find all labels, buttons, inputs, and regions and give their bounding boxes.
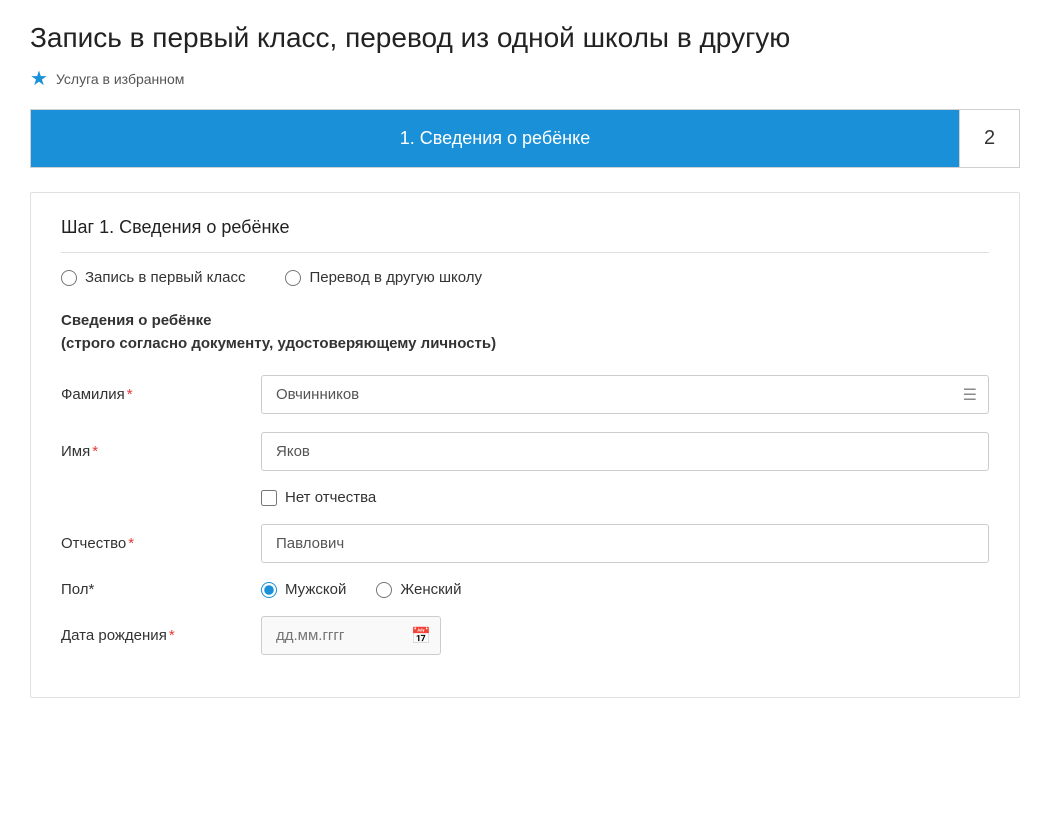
page-title: Запись в первый класс, перевод из одной …: [30, 20, 1020, 56]
form-card: Шаг 1. Сведения о ребёнке Запись в первы…: [30, 192, 1020, 698]
gender-male-option[interactable]: Мужской: [261, 581, 346, 598]
star-icon: ★: [30, 66, 48, 91]
radio-transfer-input[interactable]: [285, 270, 301, 286]
no-patronymic-label[interactable]: Нет отчества: [285, 489, 376, 506]
gender-label: Пол*: [61, 581, 261, 598]
gender-female-label[interactable]: Женский: [400, 581, 461, 598]
application-type-row: Запись в первый класс Перевод в другую ш…: [61, 269, 989, 286]
step1-tab[interactable]: 1. Сведения о ребёнке: [31, 110, 959, 167]
step-header: 1. Сведения о ребёнке 2: [30, 109, 1020, 168]
firstname-input-wrap: [261, 432, 989, 471]
form-card-title: Шаг 1. Сведения о ребёнке: [61, 217, 989, 253]
favorite-toggle[interactable]: ★ Услуга в избранном: [30, 66, 1020, 91]
step2-tab[interactable]: 2: [959, 110, 1019, 167]
firstname-label: Имя*: [61, 443, 261, 460]
birthdate-input[interactable]: [261, 616, 441, 655]
radio-first-grade-label[interactable]: Запись в первый класс: [85, 269, 245, 286]
gender-male-label[interactable]: Мужской: [285, 581, 346, 598]
gender-female-option[interactable]: Женский: [376, 581, 461, 598]
firstname-required: *: [92, 443, 98, 460]
no-patronymic-checkbox[interactable]: [261, 490, 277, 506]
gender-female-radio[interactable]: [376, 582, 392, 598]
step2-number: 2: [984, 127, 995, 150]
patronymic-label: Отчество*: [61, 535, 261, 552]
patronymic-input[interactable]: [261, 524, 989, 563]
radio-first-grade[interactable]: Запись в первый класс: [61, 269, 245, 286]
patronymic-input-wrap: [261, 524, 989, 563]
lastname-required: *: [127, 386, 133, 403]
gender-options: Мужской Женский: [261, 581, 461, 598]
birthdate-input-wrap: 📅: [261, 616, 441, 655]
firstname-field-row: Имя*: [61, 432, 989, 471]
lastname-input-wrap: ☰: [261, 375, 989, 414]
no-patronymic-row: Нет отчества: [261, 489, 989, 506]
radio-transfer[interactable]: Перевод в другую школу: [285, 269, 482, 286]
radio-transfer-label[interactable]: Перевод в другую школу: [309, 269, 482, 286]
lastname-input[interactable]: [261, 375, 989, 414]
lastname-field-row: Фамилия* ☰: [61, 375, 989, 414]
gender-required: *: [89, 581, 95, 598]
section-label: Сведения о ребёнке (строго согласно доку…: [61, 310, 989, 355]
gender-male-radio[interactable]: [261, 582, 277, 598]
radio-first-grade-input[interactable]: [61, 270, 77, 286]
patronymic-field-row: Отчество*: [61, 524, 989, 563]
lastname-label: Фамилия*: [61, 386, 261, 403]
birthdate-label: Дата рождения*: [61, 627, 261, 644]
patronymic-required: *: [128, 535, 134, 552]
step1-label: 1. Сведения о ребёнке: [400, 128, 590, 148]
gender-field-row: Пол* Мужской Женский: [61, 581, 989, 598]
birthdate-required: *: [169, 627, 175, 644]
favorite-label: Услуга в избранном: [56, 71, 184, 87]
birthdate-field-row: Дата рождения* 📅: [61, 616, 989, 655]
firstname-input[interactable]: [261, 432, 989, 471]
